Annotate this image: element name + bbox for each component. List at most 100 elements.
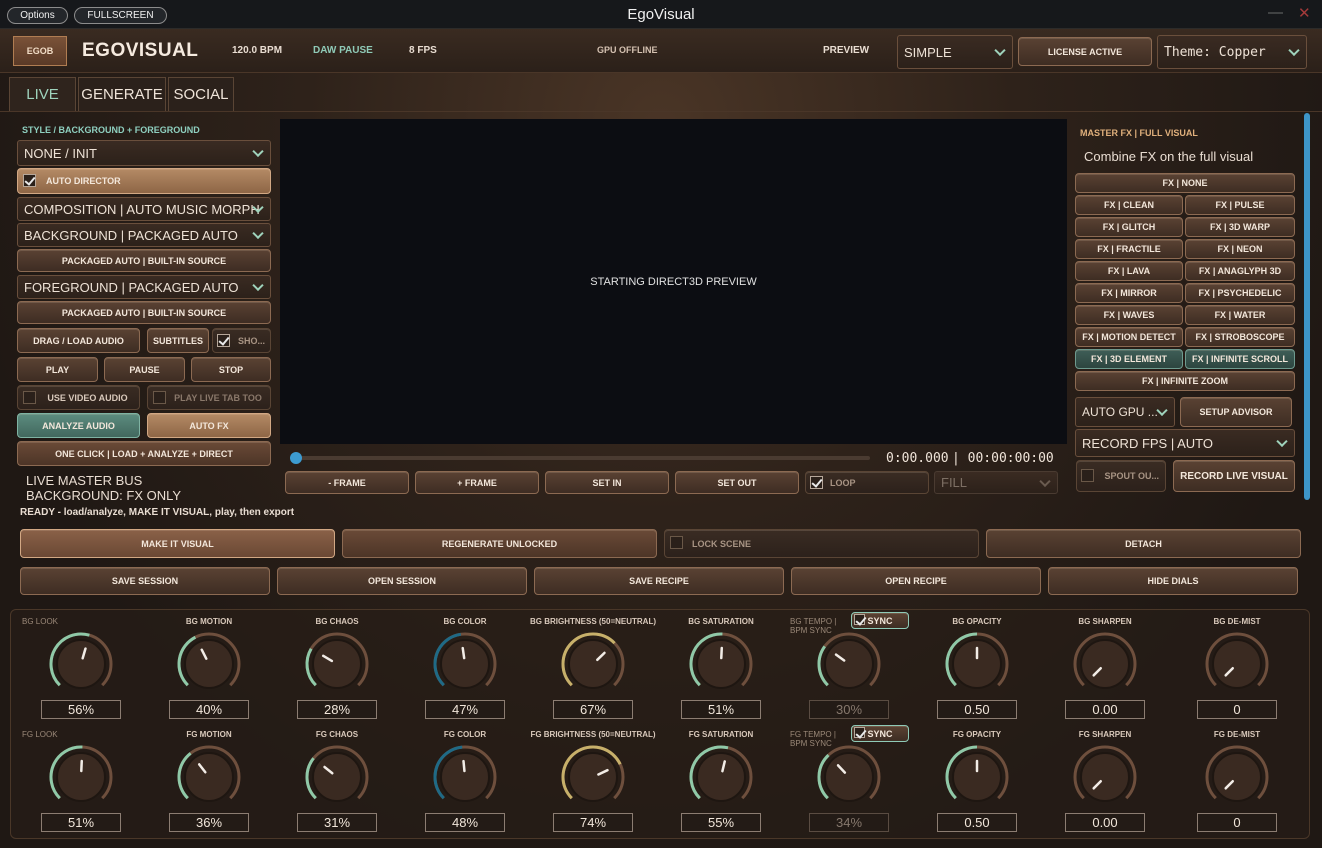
fx-button[interactable]: FX | 3D ELEMENT: [1075, 349, 1183, 369]
fx-none-button[interactable]: FX | NONE: [1075, 173, 1295, 193]
fg-dial-value[interactable]: 0.00: [1065, 813, 1145, 832]
bg-dial-value[interactable]: 30%: [809, 700, 889, 719]
open-recipe-button[interactable]: OPEN RECIPE: [791, 567, 1041, 595]
auto-director-checkbox[interactable]: [23, 174, 36, 187]
bg-dial-knob[interactable]: [46, 629, 116, 699]
bg-dial-value[interactable]: 0.00: [1065, 700, 1145, 719]
save-recipe-button[interactable]: SAVE RECIPE: [534, 567, 784, 595]
fg-dial-knob[interactable]: [1202, 742, 1272, 812]
bg-dial-knob[interactable]: [302, 629, 372, 699]
bg-dial-value[interactable]: 0.50: [937, 700, 1017, 719]
set-out-button[interactable]: SET OUT: [675, 471, 799, 494]
foreground-select[interactable]: FOREGROUND | PACKAGED AUTO: [17, 275, 271, 299]
bg-sync-checkbox[interactable]: [854, 614, 865, 625]
auto-fx-button[interactable]: AUTO FX: [147, 413, 271, 438]
regenerate-button[interactable]: REGENERATE UNLOCKED: [342, 529, 657, 558]
fg-dial-knob[interactable]: [942, 742, 1012, 812]
fx-button[interactable]: FX | CLEAN: [1075, 195, 1183, 215]
fg-dial-value[interactable]: 48%: [425, 813, 505, 832]
bg-dial-knob[interactable]: [174, 629, 244, 699]
bg-dial-knob[interactable]: [686, 629, 756, 699]
fg-dial-value[interactable]: 0: [1197, 813, 1277, 832]
bg-dial-value[interactable]: 56%: [41, 700, 121, 719]
bg-dial-value[interactable]: 0: [1197, 700, 1277, 719]
fx-button[interactable]: FX | PSYCHEDELIC: [1185, 283, 1295, 303]
fx-button[interactable]: FX | 3D WARP: [1185, 217, 1295, 237]
plus-frame-button[interactable]: + FRAME: [415, 471, 539, 494]
spout-checkbox[interactable]: [1081, 469, 1094, 482]
open-session-button[interactable]: OPEN SESSION: [277, 567, 527, 595]
bg-dial-knob[interactable]: [1070, 629, 1140, 699]
fg-dial-value[interactable]: 36%: [169, 813, 249, 832]
timeline-track[interactable]: [295, 456, 870, 460]
lock-scene-toggle[interactable]: LOCK SCENE: [664, 529, 979, 558]
fx-button[interactable]: FX | MOTION DETECT: [1075, 327, 1183, 347]
fx-button[interactable]: FX | STROBOSCOPE: [1185, 327, 1295, 347]
fg-dial-knob[interactable]: [1070, 742, 1140, 812]
fx-infinite-zoom-button[interactable]: FX | INFINITE ZOOM: [1075, 371, 1295, 391]
tab-social[interactable]: SOCIAL: [168, 77, 234, 111]
record-live-visual-button[interactable]: RECORD LIVE VISUAL: [1173, 460, 1295, 492]
auto-director-toggle[interactable]: AUTO DIRECTOR: [17, 168, 271, 194]
minimize-icon[interactable]: —: [1268, 4, 1283, 21]
show-subtitles-checkbox[interactable]: [217, 334, 230, 347]
fx-button[interactable]: FX | LAVA: [1075, 261, 1183, 281]
record-fps-select[interactable]: RECORD FPS | AUTO: [1075, 429, 1295, 457]
subtitles-button[interactable]: SUBTITLES: [147, 328, 209, 353]
pause-button[interactable]: PAUSE: [104, 357, 185, 382]
bg-dial-value[interactable]: 67%: [553, 700, 633, 719]
minus-frame-button[interactable]: - FRAME: [285, 471, 409, 494]
fx-button[interactable]: FX | WAVES: [1075, 305, 1183, 325]
fg-dial-knob[interactable]: [174, 742, 244, 812]
preview-viewport[interactable]: STARTING DIRECT3D PREVIEW: [280, 119, 1067, 444]
set-in-button[interactable]: SET IN: [545, 471, 669, 494]
license-button[interactable]: LICENSE ACTIVE: [1018, 37, 1152, 66]
fg-dial-knob[interactable]: [558, 742, 628, 812]
bg-dial-knob[interactable]: [1202, 629, 1272, 699]
theme-select[interactable]: Theme: Copper: [1157, 35, 1307, 69]
use-video-audio-checkbox[interactable]: [23, 391, 36, 404]
fx-button[interactable]: FX | NEON: [1185, 239, 1295, 259]
play-button[interactable]: PLAY: [17, 357, 98, 382]
bg-dial-value[interactable]: 28%: [297, 700, 377, 719]
composition-select[interactable]: COMPOSITION | AUTO MUSIC MORPH: [17, 197, 271, 221]
bg-dial-knob[interactable]: [814, 629, 884, 699]
fx-button[interactable]: FX | WATER: [1185, 305, 1295, 325]
fg-dial-knob[interactable]: [302, 742, 372, 812]
bg-dial-knob[interactable]: [430, 629, 500, 699]
fg-dial-value[interactable]: 34%: [809, 813, 889, 832]
fx-button[interactable]: FX | ANAGLYPH 3D: [1185, 261, 1295, 281]
preview-mode-select[interactable]: SIMPLE: [897, 35, 1013, 69]
one-click-button[interactable]: ONE CLICK | LOAD + ANALYZE + DIRECT: [17, 441, 271, 466]
style-select[interactable]: NONE / INIT: [17, 140, 271, 166]
bg-dial-knob[interactable]: [942, 629, 1012, 699]
fg-dial-value[interactable]: 31%: [297, 813, 377, 832]
loop-checkbox[interactable]: [810, 476, 823, 489]
fg-dial-value[interactable]: 74%: [553, 813, 633, 832]
background-select[interactable]: BACKGROUND | PACKAGED AUTO: [17, 223, 271, 247]
fg-dial-value[interactable]: 51%: [41, 813, 121, 832]
close-icon[interactable]: ✕: [1298, 4, 1311, 22]
hide-dials-button[interactable]: HIDE DIALS: [1048, 567, 1298, 595]
timeline-handle[interactable]: [290, 452, 302, 464]
fx-button[interactable]: FX | PULSE: [1185, 195, 1295, 215]
bg-dial-knob[interactable]: [558, 629, 628, 699]
fg-dial-knob[interactable]: [686, 742, 756, 812]
tab-live[interactable]: LIVE: [9, 77, 76, 111]
fx-button[interactable]: FX | FRACTILE: [1075, 239, 1183, 259]
fx-button[interactable]: FX | MIRROR: [1075, 283, 1183, 303]
bg-dial-value[interactable]: 51%: [681, 700, 761, 719]
fill-select[interactable]: FILL: [934, 471, 1058, 494]
fg-source-button[interactable]: PACKAGED AUTO | BUILT-IN SOURCE: [17, 301, 271, 324]
drag-load-audio-button[interactable]: DRAG / LOAD AUDIO: [17, 328, 140, 353]
loop-toggle[interactable]: LOOP: [805, 471, 929, 494]
fg-dial-knob[interactable]: [46, 742, 116, 812]
make-it-visual-button[interactable]: MAKE IT VISUAL: [20, 529, 335, 558]
tab-generate[interactable]: GENERATE: [78, 77, 166, 111]
fg-dial-knob[interactable]: [814, 742, 884, 812]
setup-advisor-button[interactable]: SETUP ADVISOR: [1180, 397, 1292, 427]
right-panel-scrollbar[interactable]: [1304, 113, 1310, 500]
fx-button[interactable]: FX | INFINITE SCROLL: [1185, 349, 1295, 369]
save-session-button[interactable]: SAVE SESSION: [20, 567, 270, 595]
lock-scene-checkbox[interactable]: [670, 536, 683, 549]
